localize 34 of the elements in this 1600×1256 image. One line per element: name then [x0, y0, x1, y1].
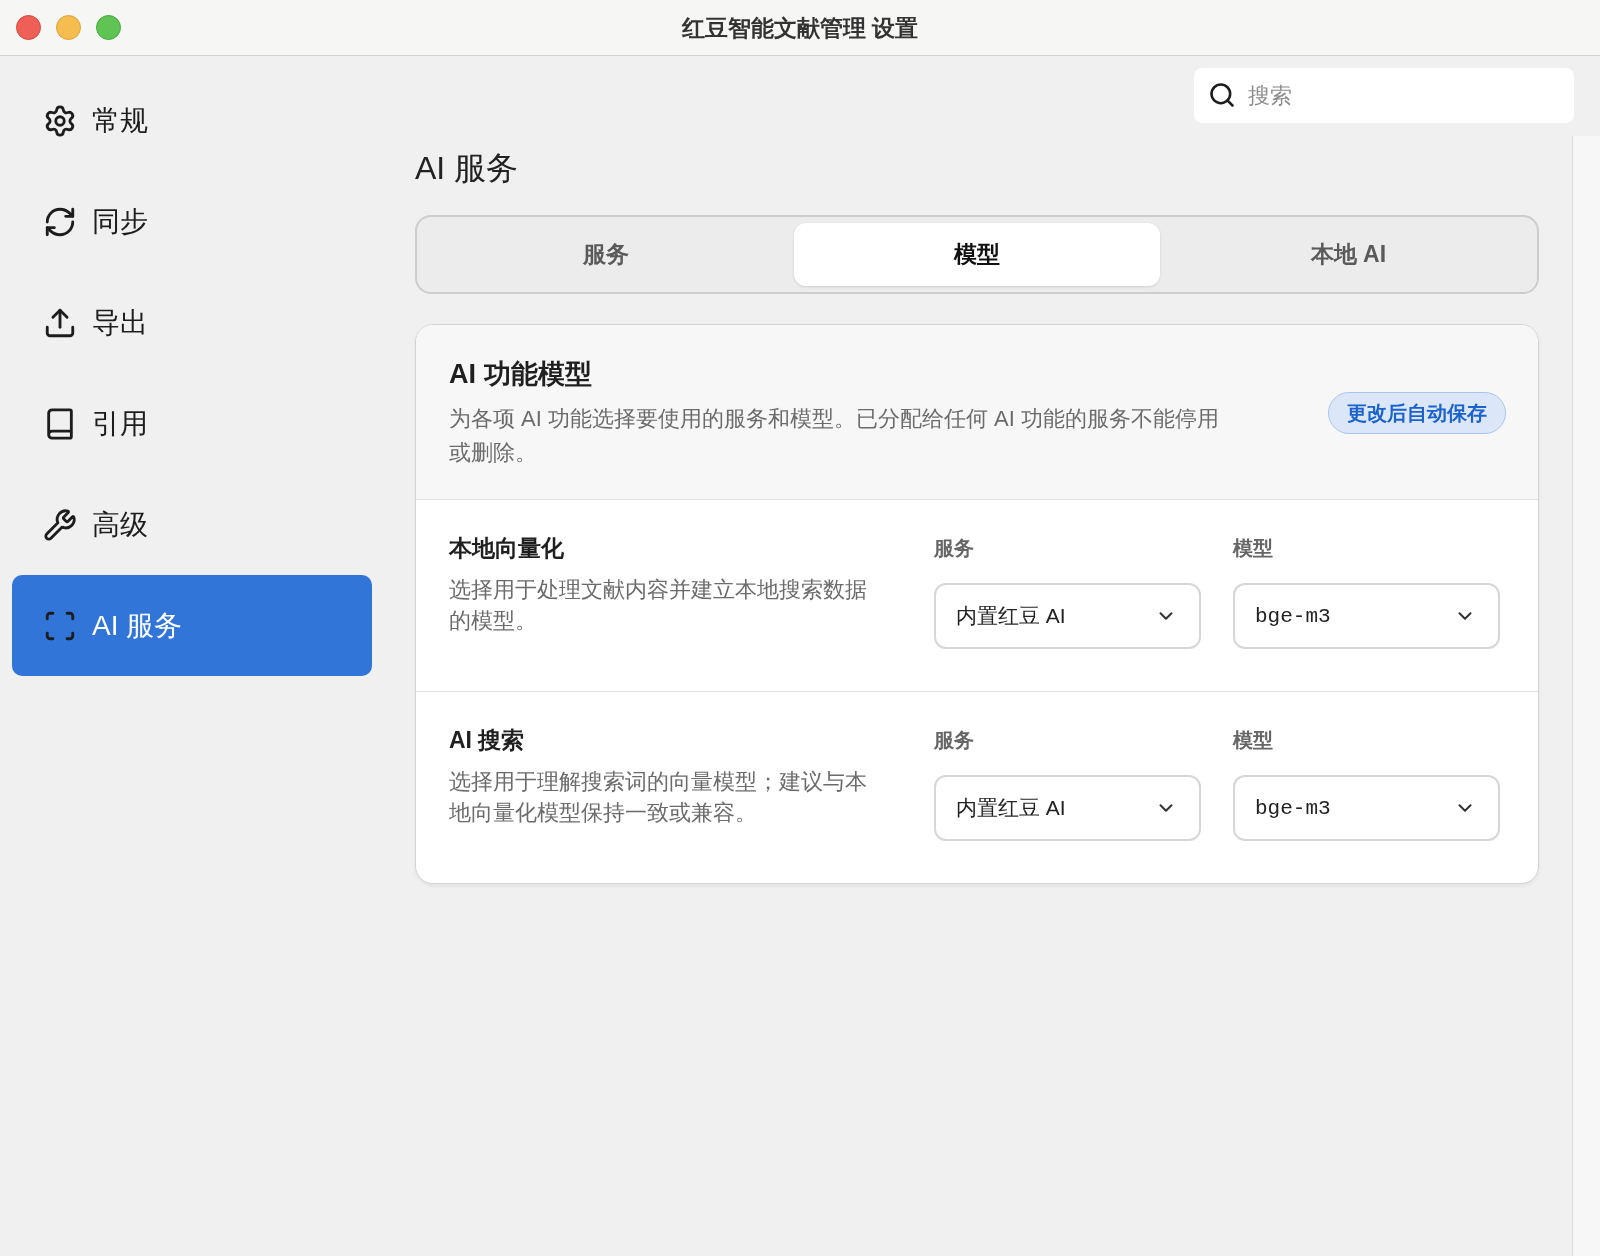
sidebar-item[interactable]: 常规 — [12, 70, 372, 171]
setting-title: AI 搜索 — [449, 726, 525, 755]
search-icon — [1208, 81, 1236, 109]
card-title: AI 功能模型 — [449, 358, 592, 391]
window-close-button[interactable] — [16, 15, 41, 40]
field-label: 服务 — [934, 728, 974, 753]
sidebar-item[interactable]: AI 服务 — [12, 575, 372, 676]
sidebar-item[interactable]: 导出 — [12, 272, 372, 373]
gear-icon — [43, 103, 77, 138]
tab[interactable]: 模型 — [794, 223, 1160, 286]
field-label: 模型 — [1233, 728, 1273, 753]
wrench-icon — [43, 507, 77, 542]
window-minimize-button[interactable] — [56, 15, 81, 40]
service-select[interactable]: 内置红豆 AI — [934, 775, 1201, 841]
model-select[interactable]: bge-m3 — [1233, 775, 1500, 841]
search-field[interactable]: 搜索 — [1194, 68, 1574, 123]
setting-description: 选择用于理解搜索词的向量模型；建议与本地向量化模型保持一致或兼容。 — [449, 768, 868, 827]
field-label: 模型 — [1233, 536, 1273, 561]
page-title: AI 服务 — [415, 149, 519, 188]
card-description: 为各项 AI 功能选择要使用的服务和模型。已分配给任何 AI 功能的服务不能停用或删除。 — [449, 405, 1221, 467]
model-select[interactable]: bge-m3 — [1233, 583, 1500, 649]
tab[interactable]: 本地 AI — [1165, 223, 1531, 286]
setting-description: 选择用于处理文献内容并建立本地搜索数据的模型。 — [449, 576, 868, 635]
window-zoom-button[interactable] — [96, 15, 121, 40]
sidebar-item[interactable]: 高级 — [12, 474, 372, 575]
window-title: 红豆智能文献管理 设置 — [681, 13, 919, 43]
service-select[interactable]: 内置红豆 AI — [934, 583, 1201, 649]
field-label: 服务 — [934, 536, 974, 561]
autosave-badge: 更改后自动保存 — [1328, 392, 1506, 434]
tab[interactable]: 服务 — [423, 223, 789, 286]
sidebar-item[interactable]: 引用 — [12, 373, 372, 474]
sidebar-item[interactable]: 同步 — [12, 171, 372, 272]
setting-title: 本地向量化 — [449, 534, 564, 563]
scrollbar-track[interactable] — [1572, 136, 1600, 1256]
